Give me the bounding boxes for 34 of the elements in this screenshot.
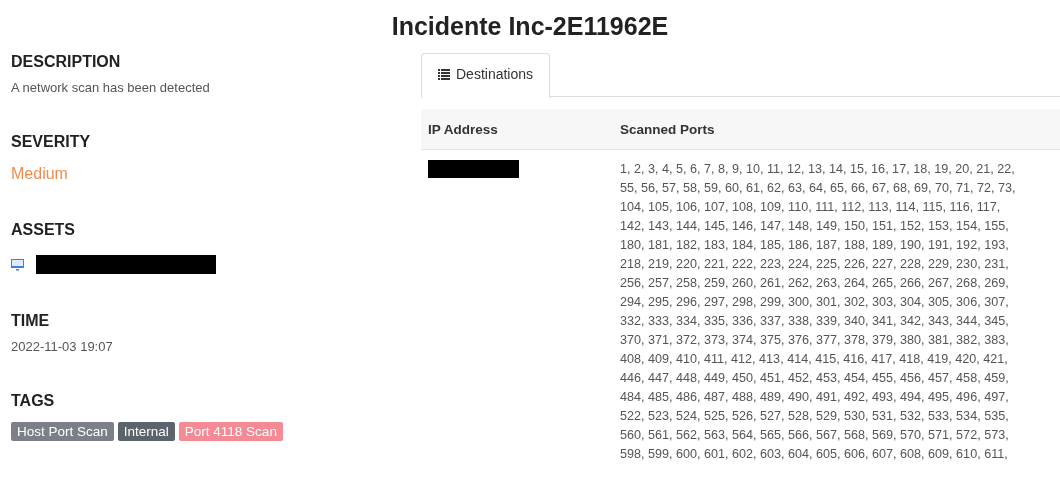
port-list-line: 55, 56, 57, 58, 59, 60, 61, 62, 63, 64, 65, 66, 67, 68, 69, 70, 71, 72, 73,	[620, 180, 1017, 197]
page-title: Incidente Inc-2E11962E	[390, 12, 670, 41]
description-text: A network scan has been detected	[11, 80, 211, 95]
list-icon	[438, 69, 450, 80]
port-list-line: 408, 409, 410, 411, 412, 413, 414, 415, 416, 417, 418, 419, 420, 421,	[620, 351, 1009, 368]
port-list-line: 218, 219, 220, 221, 222, 223, 224, 225, 226, 227, 228, 229, 230, 231,	[620, 256, 1010, 273]
port-list-line: 1, 2, 3, 4, 5, 6, 7, 8, 9, 10, 11, 12, 13, 14, 15, 16, 17, 18, 19, 20, 21, 22,	[620, 161, 1016, 178]
severity-value: Medium	[11, 165, 69, 183]
port-list-line: 522, 523, 524, 525, 526, 527, 528, 529, 530, 531, 532, 533, 534, 535,	[620, 408, 1010, 425]
column-header: Scanned Ports	[619, 121, 716, 137]
port-list-line: 142, 143, 144, 145, 146, 147, 148, 149, 150, 151, 152, 153, 154, 155,	[620, 218, 1010, 235]
time-value: 2022-11-03 19:07	[11, 339, 114, 354]
port-list-line: 446, 447, 448, 449, 450, 451, 452, 453, 454, 455, 456, 457, 458, 459,	[620, 370, 1010, 387]
section-heading: TIME	[11, 312, 51, 330]
port-list-line: 598, 599, 600, 601, 602, 603, 604, 605, 606, 607, 608, 609, 610, 611,	[620, 446, 1009, 463]
column-header: IP Address	[427, 121, 499, 137]
monitor-icon	[11, 258, 24, 271]
port-list-line: 104, 105, 106, 107, 108, 109, 110, 111, 112, 113, 114, 115, 116, 117,	[620, 199, 1002, 216]
tag: Internal	[117, 422, 175, 441]
section-heading: SEVERITY	[11, 133, 92, 151]
tag: Port 4118 Scan	[178, 422, 283, 441]
port-list-line: 332, 333, 334, 335, 336, 337, 338, 339, 340, 341, 342, 343, 344, 345,	[620, 313, 1010, 330]
port-list-line: 484, 485, 486, 487, 488, 489, 490, 491, 492, 493, 494, 495, 496, 497,	[620, 389, 1010, 406]
tab[interactable]: Destinations	[421, 53, 551, 98]
tab-label: Destinations	[456, 66, 534, 82]
port-list-line: 180, 181, 182, 183, 184, 185, 186, 187, 188, 189, 190, 191, 192, 193,	[620, 237, 1010, 254]
port-list-line: 370, 371, 372, 373, 374, 375, 376, 377, 378, 379, 380, 381, 382, 383,	[620, 332, 1010, 349]
tag: Host Port Scan	[11, 422, 114, 441]
section-heading: ASSETS	[11, 221, 76, 239]
port-list-line: 294, 295, 296, 297, 298, 299, 300, 301, 302, 303, 304, 305, 306, 307,	[620, 294, 1010, 311]
port-list-line: 256, 257, 258, 259, 260, 261, 262, 263, 264, 265, 266, 267, 268, 269,	[620, 275, 1010, 292]
section-heading: TAGS	[11, 392, 56, 410]
port-list-line: 560, 561, 562, 563, 564, 565, 566, 567, 568, 569, 570, 571, 572, 573,	[620, 427, 1010, 444]
section-heading: DESCRIPTION	[11, 53, 122, 71]
